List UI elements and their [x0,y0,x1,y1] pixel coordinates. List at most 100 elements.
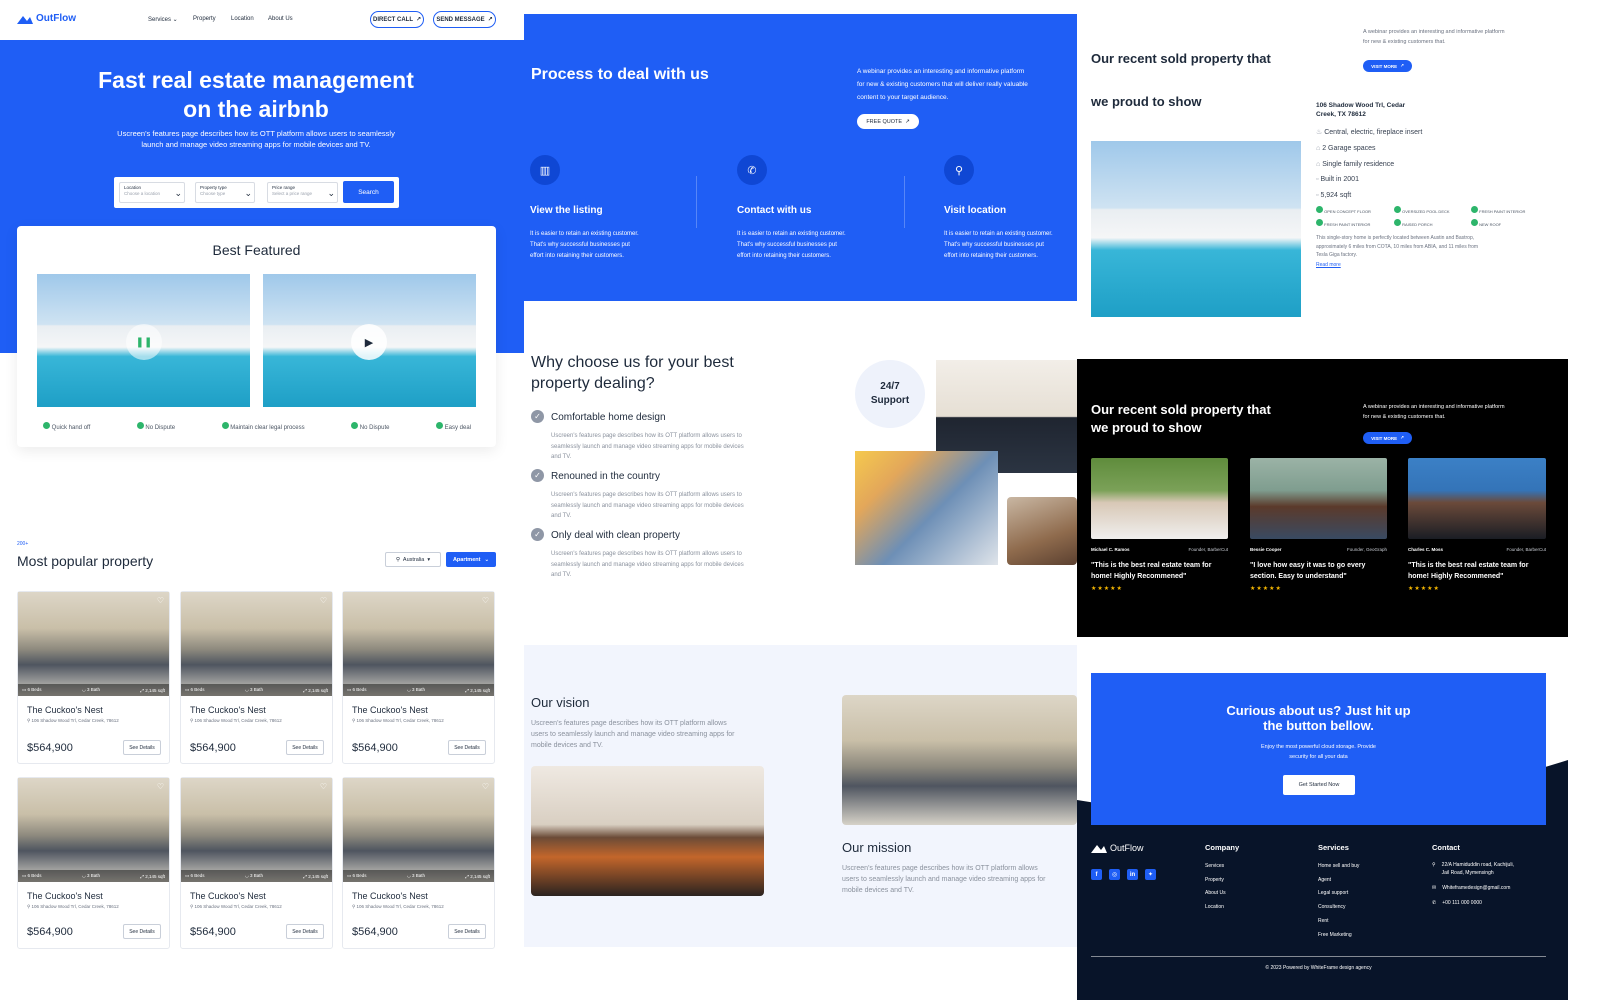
footer-email[interactable]: Whiteframedesign@gmail.com [1442,885,1510,891]
nav-about[interactable]: About Us [268,16,293,22]
footer-brand[interactable]: OutFlow [1091,843,1144,853]
property-name: The Cuckoo's Nest [190,891,266,901]
logo-icon [17,15,33,24]
testimonials-visit-more-button[interactable]: VISIT MORE ↗ [1363,432,1412,444]
heart-icon[interactable]: ♡ [157,596,164,605]
property-card-4[interactable]: ♡ ▭ 6 Beds ◡ 3 Bath ⤢ 2,145 sqft The Cucko… [17,777,170,949]
footer-link[interactable]: Services [1205,860,1239,874]
see-details-button[interactable]: See Details [123,740,161,755]
search-button[interactable]: Search [343,181,394,203]
property-address: ⚲ 106 Shadow Wood Trl, Cedar Creek, 7861… [27,904,119,909]
facebook-icon[interactable]: f [1091,869,1102,880]
sold-note: This single-story home is perfectly loca… [1316,235,1479,258]
send-message-button[interactable]: SEND MESSAGE ↗ [433,11,496,28]
bath-icon: ◡ 3 Bath [406,873,426,878]
heart-icon[interactable]: ♡ [482,782,489,791]
price-range-select[interactable]: Price range Select a price range ⌄ [267,182,338,203]
type-filter[interactable]: Apartment ⌄ [446,552,496,567]
country-filter[interactable]: ⚲ Australia ▾ [385,552,441,567]
footer-link[interactable]: Home sell and buy [1318,860,1359,874]
sold-title: Our recent sold property that we proud to… [1091,51,1271,109]
play-button[interactable]: ▶ [351,324,387,360]
footer-link[interactable]: Legal support [1318,887,1359,901]
featured-video-2[interactable]: ▶ [263,274,476,407]
direct-call-button[interactable]: DIRECT CALL ↗ [370,11,424,28]
footer-link[interactable]: Consultency [1318,901,1359,915]
see-details-button[interactable]: See Details [448,740,486,755]
heart-icon[interactable]: ♡ [320,596,327,605]
property-card-3[interactable]: ♡ ▭ 6 Beds ◡ 3 Bath ⤢ 2,145 sqft The Cucko… [342,591,495,764]
instagram-icon[interactable]: ◎ [1109,869,1120,880]
nav-services[interactable]: Services ⌄ [148,16,178,23]
property-stats: ▭ 6 Beds ◡ 3 Bath ⤢ 2,145 sqft [18,870,169,882]
sold-address: 106 Shadow Wood Trl, Cedar Creek, TX 7861… [1316,102,1406,118]
process-step-3: ⚲ Visit location It is easier to retain … [944,155,1077,262]
calendar-icon: ▫ [1316,176,1319,184]
pause-button[interactable]: ❚❚ [126,324,162,360]
chevron-down-icon: ⌄ [174,188,182,198]
process-step-2: ✆ Contact with us It is easier to retain… [737,155,917,262]
chevron-down-icon: ⌄ [327,188,335,198]
see-details-button[interactable]: See Details [286,924,324,939]
process-description: A webinar provides an interesting and in… [857,68,1028,101]
property-image: ♡ ▭ 6 Beds ◡ 3 Bath ⤢ 2,145 sqft [181,778,332,882]
footer-link[interactable]: Location [1205,901,1239,915]
nav-location[interactable]: Location [231,16,254,22]
mail-icon: ✉ [1432,885,1437,891]
property-card-2[interactable]: ♡ ▭ 6 Beds ◡ 3 Bath ⤢ 2,145 sqft The Cucko… [180,591,333,764]
pin-icon: ⚲ [395,556,400,563]
property-card-5[interactable]: ♡ ▭ 6 Beds ◡ 3 Bath ⤢ 2,145 sqft The Cucko… [180,777,333,949]
size-icon: ⤢ 2,145 sqft [465,687,490,693]
free-quote-button[interactable]: FREE QUOTE ↗ [857,114,919,129]
testimonials-description: A webinar provides an interesting and in… [1363,404,1505,420]
vision-section: Our vision Uscreen's features page descr… [524,645,1077,947]
property-name: The Cuckoo's Nest [190,705,266,715]
bed-icon: ▭ 6 Beds [347,687,367,692]
footer-phone[interactable]: +00 111 000 0000 [1442,900,1482,906]
avatar [1408,458,1546,539]
testimonials-title: Our recent sold property that we proud to… [1091,402,1271,435]
twitter-icon[interactable]: ✦ [1145,869,1156,880]
nav-property[interactable]: Property [193,16,216,22]
property-image: ♡ ▭ 6 Beds ◡ 3 Bath ⤢ 2,145 sqft [343,778,494,882]
property-card-6[interactable]: ♡ ▭ 6 Beds ◡ 3 Bath ⤢ 2,145 sqft The Cucko… [342,777,495,949]
cta-subtitle: Enjoy the most powerful cloud storage. P… [1261,744,1376,760]
bath-icon: ◡ 3 Bath [81,873,101,878]
process-step-1: ▥ View the listing It is easier to retai… [530,155,710,262]
get-started-button[interactable]: Get Started Now [1283,775,1355,795]
bed-icon: ▭ 6 Beds [22,873,42,878]
read-more-link[interactable]: Read more [1316,262,1341,268]
heart-icon[interactable]: ♡ [157,782,164,791]
footer-link[interactable]: Rent [1318,915,1359,929]
bath-icon: ◡ 3 Bath [81,687,101,692]
location-select[interactable]: Location Choose a location ⌄ [119,182,185,203]
property-price: $564,900 [190,926,236,938]
property-stats: ▭ 6 Beds ◡ 3 Bath ⤢ 2,145 sqft [343,870,494,882]
footer-divider [1091,956,1546,957]
testimonial-2: Bessie Cooper Founder, GeoGraph "I love h… [1250,458,1387,592]
property-type-select[interactable]: Property type Choose type ⌄ [195,182,255,203]
see-details-button[interactable]: See Details [286,740,324,755]
property-name: The Cuckoo's Nest [27,705,103,715]
linkedin-icon[interactable]: in [1127,869,1138,880]
footer-link[interactable]: Free Marketing [1318,929,1359,943]
heart-icon[interactable]: ♡ [320,782,327,791]
footer-link[interactable]: Agent [1318,874,1359,888]
featured-video-1[interactable]: ❚❚ [37,274,250,407]
copyright: © 2023 Powered by WhiteFrame design agen… [1265,965,1372,971]
brand[interactable]: OutFlow [17,13,76,24]
process-title: Process to deal with us [531,66,709,83]
sold-visit-more-button[interactable]: VISIT MORE ↗ [1363,60,1412,72]
see-details-button[interactable]: See Details [123,924,161,939]
bed-icon: ▭ 6 Beds [185,873,205,878]
property-card-1[interactable]: ♡ ▭ 6 Beds ◡ 3 Bath ⤢ 2,145 sqft The Cucko… [17,591,170,764]
step-divider [696,176,697,228]
heart-icon[interactable]: ♡ [482,596,489,605]
see-details-button[interactable]: See Details [448,924,486,939]
footer-link[interactable]: About Us [1205,887,1239,901]
check-icon [1316,206,1323,213]
footer-link[interactable]: Property [1205,874,1239,888]
why-item-1: ✓ Comfortable home design Uscreen's feat… [531,410,744,463]
check-icon [351,422,359,429]
property-address: ⚲ 106 Shadow Wood Trl, Cedar Creek, 7861… [190,904,282,909]
